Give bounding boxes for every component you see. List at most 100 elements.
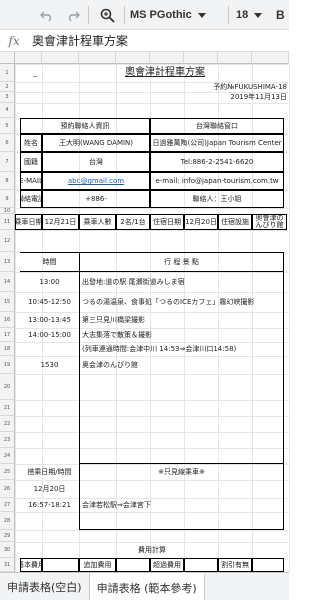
column-header[interactable] — [79, 52, 116, 64]
row-header[interactable]: 4 — [0, 103, 15, 118]
agent-nationality[interactable]: Tel:886-2-2541-6620 — [150, 152, 284, 172]
itinerary-time[interactable] — [20, 342, 79, 356]
row-header[interactable]: 7 — [0, 152, 15, 172]
phone-value[interactable]: +886- — [42, 190, 150, 208]
route-blank[interactable] — [79, 512, 284, 530]
agent-info-header[interactable]: 台灣聯絡窗口 — [150, 118, 284, 134]
passengers-value[interactable]: 2名/1台 — [116, 214, 150, 230]
itinerary-time[interactable]: 10:45-12:50 — [20, 292, 79, 312]
itinerary-desc[interactable]: 奥会津のんびり館 — [79, 356, 284, 374]
route[interactable]: 会津若松駅⇒会津宮下 — [79, 498, 284, 512]
agent-email[interactable]: e-mail: info@japan-tourism.com.tw — [150, 172, 284, 190]
row-header[interactable]: 1 — [0, 64, 15, 82]
name-value[interactable]: 王大明(WANG DAMIN) — [42, 134, 150, 152]
row-header[interactable]: 27 — [0, 498, 15, 512]
phone-label[interactable]: 聯絡電話 — [20, 190, 42, 208]
cell-a1[interactable]: _ — [15, 64, 55, 82]
agent-name[interactable]: 日過雅萬陶(公司)Japan Tourism Center — [150, 134, 284, 152]
select-all-corner[interactable] — [0, 52, 15, 64]
row-header[interactable]: 24 — [0, 448, 15, 464]
hotel-label[interactable]: 住宿設施 — [218, 214, 252, 230]
column-header[interactable] — [42, 52, 79, 64]
hotel-value[interactable]: 奧會津のんびり館 — [252, 214, 287, 230]
row-header[interactable]: 25 — [0, 464, 15, 480]
redo-button[interactable] — [62, 0, 84, 30]
pickup-time[interactable]: 16:57-18:21 — [20, 498, 79, 512]
pickup-date[interactable]: 12月20日 — [20, 480, 79, 498]
sheet-tab-sample[interactable]: 申請表格 (範本參考) — [89, 573, 205, 600]
row-header[interactable]: 3 — [0, 92, 15, 103]
row-header[interactable]: 15 — [0, 292, 15, 312]
bold-button[interactable]: B — [276, 0, 289, 30]
nationality-label[interactable]: 國籍 — [20, 152, 42, 172]
row-header[interactable]: 5 — [0, 118, 15, 134]
row-header[interactable]: 16 — [0, 312, 15, 328]
row-header[interactable]: 31 — [0, 558, 15, 572]
row-header[interactable]: 14 — [0, 272, 15, 292]
formula-input[interactable]: 奧會津計程車方案 — [28, 32, 128, 49]
itinerary-desc[interactable]: 大志集落で散策＆撮影 — [79, 328, 284, 342]
row-header[interactable]: 17 — [0, 328, 15, 342]
row-header[interactable]: 28 — [0, 512, 15, 530]
itinerary-time[interactable]: 13:00 — [20, 272, 79, 292]
undo-button[interactable] — [36, 0, 58, 30]
spreadsheet-grid[interactable]: 1 2 3 4 5 6 7 8 9 10 11 12 13 14 15 16 17 18 19 20 21 22 23 24 2… — [0, 52, 290, 573]
email-label[interactable]: E-MAIL — [20, 172, 42, 190]
row-header[interactable]: 6 — [0, 134, 15, 152]
discount-value[interactable] — [252, 558, 284, 572]
itinerary-desc[interactable]: つるの湯温泉、食事処「つるのICEカフェ」霧幻峡撮影 — [79, 292, 284, 312]
zoom-button[interactable] — [94, 0, 120, 30]
itinerary-blank-area[interactable] — [79, 374, 284, 464]
sheet-title[interactable]: 奧會津計程車方案 — [79, 66, 251, 80]
row-header[interactable]: 13 — [0, 252, 15, 272]
stay-date-value[interactable]: 12月20日 — [184, 214, 218, 230]
column-header[interactable] — [218, 52, 252, 64]
row-header[interactable]: 26 — [0, 480, 15, 498]
itinerary-header[interactable]: 行 程 景 點 — [79, 252, 284, 272]
row-header[interactable]: 23 — [0, 432, 15, 448]
column-header[interactable] — [15, 52, 42, 64]
sheet-tab-blank[interactable]: 申請表格(空白) — [0, 573, 90, 600]
overtime-fee-value[interactable] — [184, 558, 218, 572]
row-header[interactable]: 30 — [0, 542, 15, 558]
booker-info-header[interactable]: 預約聯絡人資訊 — [20, 118, 150, 134]
document-date[interactable]: 2019年11月13日 — [184, 92, 289, 103]
extra-fee-value[interactable] — [116, 558, 150, 572]
font-size-select[interactable]: 18 — [232, 0, 272, 30]
row-header[interactable]: 19 — [0, 356, 15, 374]
row-header[interactable]: 11 — [0, 214, 15, 230]
column-header[interactable] — [252, 52, 289, 64]
discount-label[interactable]: 割引有無 — [218, 558, 252, 572]
stay-date-label[interactable]: 住宿日期 — [150, 214, 184, 230]
column-header[interactable] — [184, 52, 218, 64]
font-name-select[interactable]: MS PGothic — [130, 0, 220, 30]
email-value[interactable]: abc@gmail.com — [42, 172, 150, 190]
agent-phone[interactable]: 聯絡人：王小姐 — [150, 190, 284, 208]
row-header[interactable]: 9 — [0, 190, 15, 208]
trip-date-value[interactable]: 12月21日 — [42, 214, 79, 230]
pickup-time-label[interactable]: 搭乘日期/時間 — [20, 464, 79, 480]
time-header[interactable]: 時間 — [20, 252, 79, 272]
basic-fee-value[interactable] — [42, 558, 79, 572]
passengers-label[interactable]: 乘車人數 — [79, 214, 116, 230]
itinerary-time[interactable]: 14:00-15:00 — [20, 328, 79, 342]
name-label[interactable]: 姓名 — [20, 134, 42, 152]
row-header[interactable]: 12 — [0, 230, 15, 252]
pickup-blank[interactable] — [79, 480, 284, 498]
column-header[interactable] — [116, 52, 150, 64]
nationality-value[interactable]: 台灣 — [42, 152, 150, 172]
extra-fee-label[interactable]: 追加費用 — [79, 558, 116, 572]
trip-date-label[interactable]: 乘車日期 — [15, 214, 42, 230]
row-header[interactable]: 22 — [0, 416, 15, 432]
itinerary-desc[interactable]: 第三只見川橋梁撮影 — [79, 312, 284, 328]
itinerary-desc[interactable]: 出發地:道の駅 尾瀬街道みしま宿 — [79, 272, 284, 292]
jr-note[interactable]: ※只見線乘車※ — [79, 464, 284, 480]
row-header[interactable]: 29 — [0, 530, 15, 542]
column-header[interactable] — [150, 52, 184, 64]
row-header[interactable]: 18 — [0, 342, 15, 356]
row-header[interactable]: 20 — [0, 374, 15, 400]
itinerary-time[interactable]: 1530 — [20, 356, 79, 374]
itinerary-time[interactable]: 13:00-13:45 — [20, 312, 79, 328]
reference-number[interactable]: 予約№FUKUSHIMA-18 — [184, 82, 289, 92]
overtime-fee-label[interactable]: 超過費用 — [150, 558, 184, 572]
